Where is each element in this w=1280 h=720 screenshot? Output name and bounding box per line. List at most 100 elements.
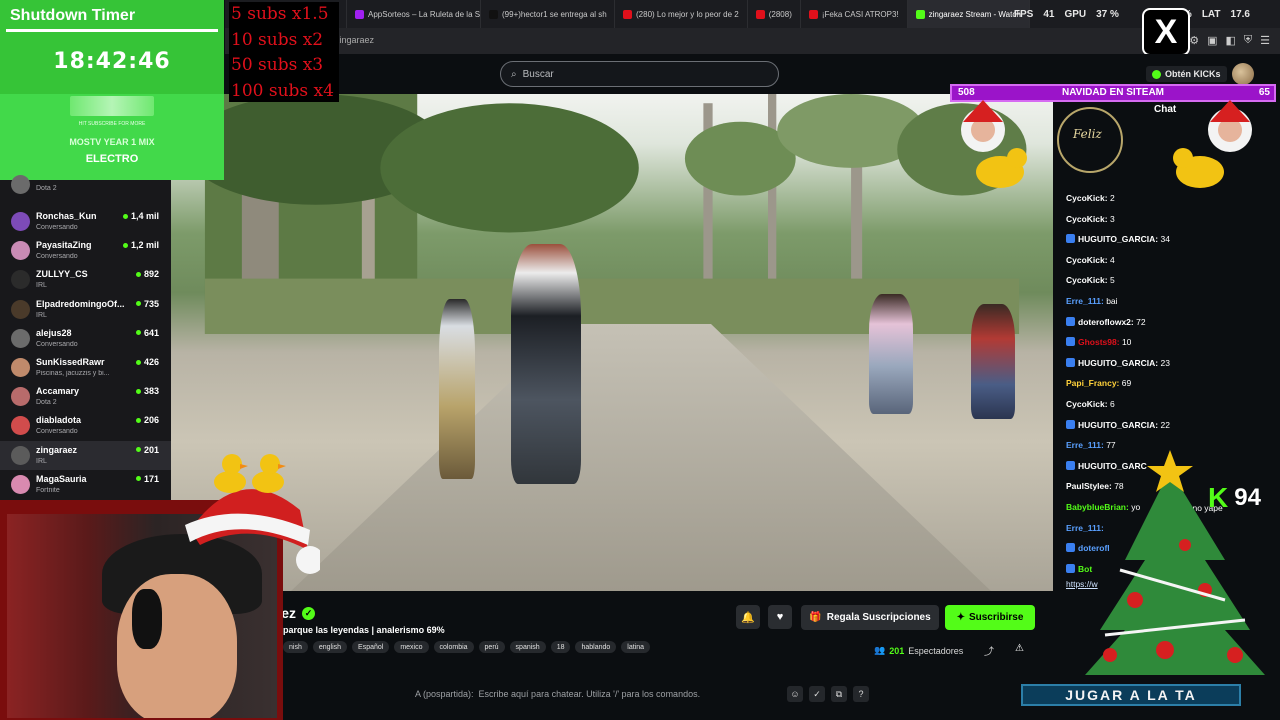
channel-category: Conversando	[36, 340, 78, 348]
browser-tab[interactable]: (280) Lo mejor y lo peor de 2	[615, 0, 748, 28]
music-genre: ELECTRO	[85, 153, 139, 165]
tab-label: (2808)	[768, 9, 792, 19]
stream-tag[interactable]: Español	[352, 641, 390, 653]
kick-score: K 94	[1208, 482, 1261, 514]
sidebar-channel-item[interactable]: diabladota Conversando 206	[0, 411, 171, 440]
report-icon[interactable]: ⚠	[1015, 643, 1024, 654]
stream-tags: nish english Español mexico colombia perú span…	[283, 641, 651, 653]
subs-line: 5 subs x1.5	[231, 4, 329, 24]
sidebar-channel-item[interactable]: Ronchas_Kun Conversando 1,4 mil	[0, 207, 171, 236]
avatar	[11, 474, 30, 494]
follow-button[interactable]: ♥	[768, 605, 792, 629]
stream-tag[interactable]: colombia	[433, 641, 474, 653]
sidebar-icon[interactable]: ◧	[1225, 34, 1235, 47]
tab-label: (99+)hector1 se entrega al sh	[502, 9, 607, 19]
emoji-icon[interactable]: ☺	[787, 686, 803, 702]
chat-username[interactable]: HUGUITO_GARCIA:	[1078, 420, 1158, 430]
viewer-number: 206	[143, 415, 159, 426]
sidebar-channel-item[interactable]: alejus28 Conversando 641	[0, 324, 171, 353]
sidebar-channel-item[interactable]: zingaraez IRL 201	[0, 440, 171, 470]
gift-subs-button[interactable]: 🎁 Regala Suscripciones	[801, 605, 939, 630]
viewer-number: 641	[143, 327, 159, 338]
chat-username[interactable]: Erre_111:	[1066, 440, 1104, 450]
user-avatar[interactable]	[1232, 63, 1254, 85]
notification-bell-button[interactable]: 🔔	[736, 605, 760, 629]
tab-favicon-icon	[355, 9, 364, 19]
kick-score-value: 94	[1234, 484, 1261, 511]
heart-icon: ♥	[776, 611, 784, 623]
address-text[interactable]: zingaraez	[335, 35, 374, 45]
address-bar[interactable]: zingaraez ⚙ ▣ ◧ ⛨ ☰	[225, 28, 1280, 54]
avatar	[11, 328, 30, 348]
stream-tag[interactable]: mexico	[394, 641, 429, 653]
play-game-banner[interactable]: JUGAR A LA TA	[1021, 684, 1241, 706]
sidebar-channel-item[interactable]: SunKissedRawr Piscinas, jacuzzis y bi... 4…	[0, 353, 171, 382]
chat-username[interactable]: HUGUITO_GARCIA:	[1078, 234, 1158, 244]
performance-hud: FPS 41 GPU 37 % % LAT 17.6	[1014, 0, 1250, 28]
viewer-number: 426	[143, 357, 159, 367]
stream-tag[interactable]: nish	[283, 641, 308, 653]
viewer-number: 892	[143, 269, 159, 280]
browser-tab[interactable]: zingaraez Stream - Watch	[907, 0, 1030, 28]
popout-icon[interactable]: ⧉	[831, 686, 847, 702]
browser-tab[interactable]: AppSorteos – La Ruleta de la S	[347, 0, 481, 28]
share-icon[interactable]: ⤴	[984, 643, 994, 658]
channel-viewers: 892	[135, 269, 159, 280]
video-person-backpack	[511, 244, 581, 484]
sidebar-channel-item[interactable]: MagaSauria Fortnite 171	[0, 470, 171, 499]
chat-username[interactable]: CycoKick:	[1066, 255, 1108, 265]
stream-tag[interactable]: latina	[621, 641, 651, 653]
chat-username[interactable]: Ghosts98:	[1078, 337, 1120, 347]
screenshot-icon[interactable]: ▣	[1207, 34, 1217, 47]
tab-favicon-icon	[623, 9, 632, 19]
channel-category: IRL	[36, 282, 47, 290]
headset-icon	[132, 589, 162, 649]
sidebar-channel-item[interactable]: Accamary Dota 2 383	[0, 382, 171, 411]
check-icon[interactable]: ✓	[809, 686, 825, 702]
banner-right-count: 65	[1258, 87, 1270, 98]
sidebar-channel-item[interactable]: ZULLYY_CS IRL 892	[0, 265, 171, 294]
shield-icon[interactable]: ⛨	[1244, 34, 1252, 47]
chat-username[interactable]: doteroflowx2:	[1078, 317, 1134, 327]
chat-text: 10	[1121, 337, 1132, 348]
browser-toolbar: ⚙ ▣ ◧ ⛨ ☰	[1189, 34, 1270, 47]
help-icon[interactable]: ?	[853, 686, 869, 702]
browser-tab[interactable]: ¡Feka CASI ATROP3!	[801, 0, 908, 28]
tab-favicon-icon	[915, 9, 925, 19]
banner-title: NAVIDAD EN SITEAM	[1061, 87, 1165, 98]
get-kicks-button[interactable]: Obtén KICKs	[1146, 66, 1227, 82]
stream-tag[interactable]: english	[312, 641, 348, 653]
stream-tag[interactable]: 18	[550, 641, 571, 653]
chat-username[interactable]: CycoKick:	[1066, 214, 1108, 224]
browser-tab[interactable]: (2808)	[748, 0, 801, 28]
channel-name: ElpadredomingoOf...	[36, 298, 125, 309]
chat-username[interactable]: CycoKick:	[1066, 275, 1108, 285]
live-dot-icon	[135, 301, 141, 307]
sidebar-channel-item[interactable]: ElpadredomingoOf... IRL 735	[0, 295, 171, 324]
chat-username[interactable]: HUGUITO_GARCIA:	[1078, 358, 1158, 368]
subscribe-label: Suscribirse	[968, 612, 1024, 623]
stream-title: parque las leyendas | analerismo 69%	[283, 625, 445, 635]
viewer-number: 383	[143, 386, 159, 397]
menu-icon[interactable]: ☰	[1260, 34, 1270, 47]
chat-username[interactable]: CycoKick:	[1066, 399, 1108, 409]
subscribe-button[interactable]: ✦ Suscribirse	[945, 605, 1035, 630]
sidebar-channel-item[interactable]: PayasitaZing Conversando 1,2 mil	[0, 236, 171, 265]
chat-username[interactable]: Papi_Francy:	[1066, 378, 1119, 388]
chat-username[interactable]: Erre_111:	[1066, 296, 1104, 306]
chat-message: HUGUITO_GARCIA: 22	[1066, 419, 1271, 430]
stream-tag[interactable]: spanish	[509, 641, 546, 653]
live-dot-icon	[135, 476, 141, 482]
stream-tag[interactable]: hablando	[575, 641, 617, 653]
chat-message: CycoKick: 5	[1066, 275, 1271, 285]
tab-label: (280) Lo mejor y lo peor de 2	[636, 9, 739, 19]
chat-text: 4	[1109, 254, 1115, 265]
channel-category: Dota 2	[36, 185, 57, 192]
sidebar-item-partial[interactable]: Dota 2	[0, 172, 171, 194]
stream-tag[interactable]: perú	[478, 641, 505, 653]
extensions-icon[interactable]: ⚙	[1189, 34, 1199, 47]
timer-divider	[6, 29, 218, 32]
search-input[interactable]: ⌕ Buscar	[500, 61, 779, 87]
browser-tab[interactable]: (99+)hector1 se entrega al sh	[481, 0, 615, 28]
subs-line: 100 subs x4	[231, 80, 334, 101]
